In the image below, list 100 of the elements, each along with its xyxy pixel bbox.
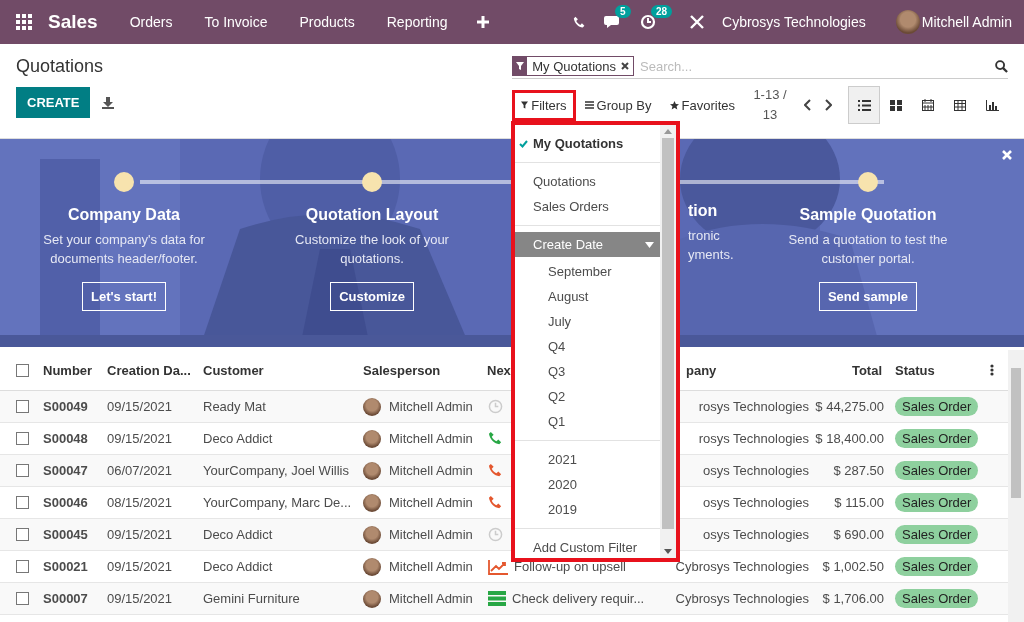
favorites-button[interactable]: Favorites — [660, 89, 744, 121]
previous-icon[interactable] — [804, 99, 812, 111]
table-cell-text: 06/07/2021 — [106, 463, 174, 478]
date-option[interactable]: 2020 — [515, 472, 660, 497]
table-cell: Mitchell Admin — [389, 559, 473, 574]
date-option[interactable]: August — [515, 284, 660, 309]
table-cell-text: 09/15/2021 — [106, 559, 174, 574]
column-header[interactable]: Creation Da... — [102, 362, 198, 378]
search-field[interactable]: My Quotations Search... — [512, 54, 1008, 79]
menu-item[interactable]: To Invoice — [188, 14, 284, 30]
date-option[interactable]: July — [515, 309, 660, 334]
row-checkbox[interactable] — [16, 432, 29, 445]
step-button[interactable]: Customize — [330, 282, 414, 311]
remove-icon[interactable] — [621, 62, 630, 70]
scroll-down-icon[interactable] — [664, 549, 672, 554]
filter-option[interactable]: Sales Orders — [515, 194, 660, 219]
chat-icon[interactable] — [604, 14, 622, 30]
date-option[interactable]: Q4 — [515, 334, 660, 359]
create-button[interactable]: CREATE — [16, 87, 91, 118]
close-icon[interactable] — [1002, 150, 1012, 160]
date-option[interactable]: Q1 — [515, 409, 660, 434]
filter-option[interactable]: My Quotations — [515, 131, 660, 156]
scrollbar[interactable] — [1008, 350, 1024, 622]
table-cell-text: Deco Addict — [202, 431, 274, 446]
company-switcher[interactable]: Cybrosys Technologies — [722, 14, 866, 30]
list-icon[interactable] — [488, 591, 506, 606]
step-description: yments. — [688, 246, 734, 264]
filter-option[interactable]: Quotations — [515, 169, 660, 194]
menu-item[interactable]: Reporting — [370, 14, 464, 30]
next-icon[interactable] — [824, 99, 832, 111]
check-icon — [519, 139, 528, 148]
row-checkbox[interactable] — [16, 464, 29, 477]
column-header[interactable]: Customer — [198, 362, 358, 378]
date-option[interactable]: 2019 — [515, 497, 660, 522]
row-checkbox[interactable] — [16, 560, 29, 573]
table-cell-text: S00021 — [42, 559, 89, 574]
activity-summary[interactable]: Check delivery requir... — [512, 591, 645, 606]
column-header[interactable]: Number — [38, 362, 102, 378]
scrollbar[interactable] — [660, 125, 676, 558]
group-by-button[interactable]: Group By — [575, 89, 661, 121]
pager-value[interactable]: 1-13 / 13 — [748, 85, 792, 125]
table-cell-text: Deco Addict — [202, 527, 274, 542]
date-option[interactable]: 2021 — [515, 447, 660, 472]
table-cell-text: 08/15/2021 — [106, 495, 174, 510]
step-button[interactable]: Send sample — [818, 282, 918, 311]
user-menu[interactable]: Mitchell Admin — [921, 14, 1012, 30]
table-cell-text: $ 1,706.00 — [821, 591, 885, 606]
column-header[interactable]: Total — [812, 362, 890, 378]
step-title: tion — [688, 202, 718, 220]
table-cell-text: osys Technologies — [702, 495, 810, 510]
add-custom-filter[interactable]: Add Custom Filter — [515, 535, 660, 558]
star-icon — [669, 100, 679, 110]
salesperson-avatar — [363, 429, 381, 448]
date-option[interactable]: Q2 — [515, 384, 660, 409]
column-header[interactable]: Status — [890, 362, 985, 378]
apps-menu-icon[interactable] — [16, 14, 32, 30]
search-icon[interactable] — [995, 59, 1008, 73]
kebab-menu-icon[interactable] — [990, 364, 994, 376]
activity-summary[interactable]: Follow-up on upsell — [514, 559, 626, 574]
table-cell-text: Cybrosys Technologies — [674, 591, 810, 606]
select-all-checkbox[interactable] — [16, 363, 29, 377]
status-badge: Sales Order — [895, 589, 979, 608]
table-cell: Mitchell Admin — [389, 495, 473, 510]
list-icon — [857, 99, 871, 111]
table-cell-text: YourCompany, Joel Willis — [202, 463, 350, 478]
scroll-up-icon[interactable] — [664, 129, 672, 134]
phone-icon[interactable] — [488, 495, 503, 510]
table-cell-text: S00048 — [42, 431, 89, 446]
phone-icon[interactable] — [488, 431, 503, 446]
row-checkbox[interactable] — [16, 400, 29, 413]
row-checkbox[interactable] — [16, 496, 29, 509]
step-title: Company Data — [68, 206, 180, 224]
download-icon[interactable] — [102, 96, 115, 109]
date-option[interactable]: September — [515, 259, 660, 284]
menu-item[interactable]: Products — [283, 14, 371, 30]
filter-facet[interactable]: My Quotations — [512, 56, 635, 76]
table-cell-text: S00007 — [42, 591, 89, 606]
app-name[interactable]: Sales — [48, 11, 98, 33]
menu-item[interactable]: Orders — [113, 14, 189, 30]
table-cell-text: 09/15/2021 — [106, 399, 174, 414]
salesperson-avatar — [363, 397, 381, 416]
table-cell: Mitchell Admin — [389, 399, 473, 414]
column-header[interactable]: Salesperson — [358, 362, 482, 378]
table-cell-text: rosys Technologies — [697, 431, 810, 446]
date-option[interactable]: Q3 — [515, 359, 660, 384]
phone-icon[interactable] — [573, 15, 586, 29]
date-filter-group[interactable]: Create Date — [515, 232, 660, 257]
table-cell: Mitchell Admin — [389, 463, 473, 478]
list-view-button[interactable] — [848, 86, 880, 124]
step-button[interactable]: Let's start! — [82, 282, 166, 311]
row-checkbox[interactable] — [16, 592, 29, 605]
user-avatar[interactable] — [895, 10, 920, 34]
step-description: Send a quotation to test the — [788, 231, 948, 249]
trend-chart-icon[interactable] — [488, 558, 508, 575]
row-checkbox[interactable] — [16, 528, 29, 541]
status-badge: Sales Order — [895, 461, 979, 480]
plus-icon[interactable] — [477, 16, 490, 28]
filters-button[interactable]: Filters — [512, 89, 576, 121]
phone-icon[interactable] — [488, 463, 503, 478]
step-title: Quotation Layout — [305, 206, 439, 224]
